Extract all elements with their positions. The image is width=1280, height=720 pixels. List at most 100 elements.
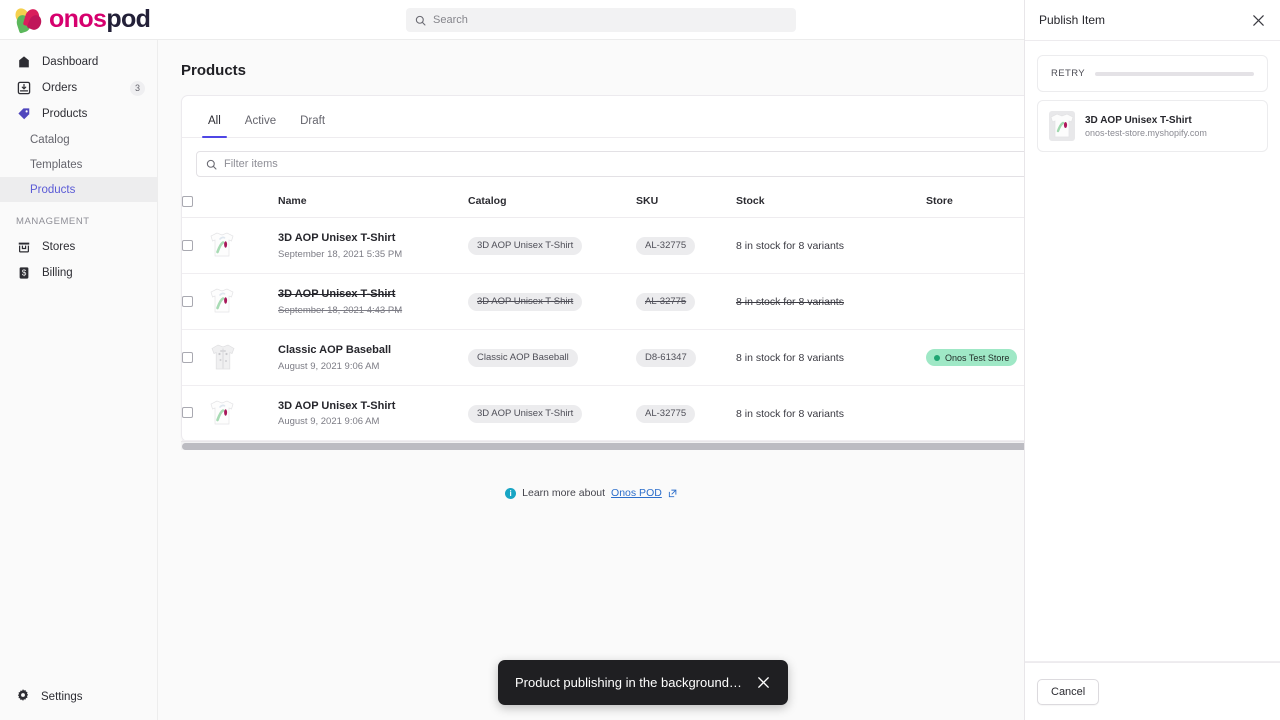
- search-icon: [206, 159, 217, 170]
- tab-active[interactable]: Active: [233, 115, 288, 138]
- product-name: 3D AOP Unisex T-Shirt: [278, 232, 396, 244]
- sku-badge: AL-32775: [636, 236, 696, 256]
- cancel-button[interactable]: Cancel: [1037, 678, 1100, 705]
- row-stock-cell: 8 in stock for 8 variants: [736, 385, 926, 442]
- app-root: onospod Search Dashboard Orders 3 Produc…: [0, 0, 1280, 720]
- store-status-dot: [934, 354, 940, 361]
- select-all-checkbox[interactable]: [182, 195, 193, 207]
- sidebar-item-settings[interactable]: Settings: [0, 688, 158, 705]
- publish-item-card[interactable]: 3D AOP Unisex T-Shirt onos-test-store.my…: [1037, 100, 1268, 152]
- row-catalog-cell: 3D AOP Unisex T-Shirt: [468, 273, 636, 330]
- onospod-logo-icon: [12, 5, 44, 34]
- orders-count-badge: 3: [130, 80, 145, 96]
- gear-icon: [16, 688, 30, 705]
- inbox-download-icon: [16, 81, 31, 96]
- scrollbar-thumb[interactable]: [182, 443, 1024, 450]
- toast-close-button[interactable]: [756, 675, 771, 690]
- thumb-header: [222, 189, 278, 218]
- publish-item-panel: Publish Item RETRY 3D AOP Unisex T-Shirt…: [1024, 0, 1280, 720]
- filter-items-input[interactable]: Filter items: [196, 151, 1024, 177]
- row-store-cell: [926, 217, 1024, 274]
- sidebar-item-dashboard[interactable]: Dashboard: [0, 49, 157, 75]
- publish-item-name: 3D AOP Unisex T-Shirt: [1085, 114, 1192, 126]
- sidebar-subitem-catalog[interactable]: Catalog: [0, 127, 157, 152]
- billing-icon: $: [16, 266, 31, 281]
- product-name: 3D AOP Unisex T-Shirt: [278, 399, 396, 412]
- tab-all[interactable]: All: [196, 115, 233, 138]
- info-icon: i: [505, 487, 517, 499]
- table-body: 3D AOP Unisex T-Shirt September 18, 2021…: [182, 217, 1024, 442]
- top-bar: onospod Search: [0, 0, 1024, 40]
- sidebar-item-label: Dashboard: [42, 56, 99, 68]
- global-search-input[interactable]: Search: [406, 8, 796, 32]
- home-icon: [16, 55, 31, 70]
- sidebar-item-label: Billing: [42, 267, 73, 279]
- row-store-cell: [926, 385, 1024, 442]
- sidebar-item-orders[interactable]: Orders 3: [0, 75, 157, 101]
- sidebar-item-label: Settings: [41, 690, 83, 703]
- svg-text:$: $: [21, 269, 26, 278]
- filter-row: Filter items: [182, 138, 1024, 189]
- table-row[interactable]: 3D AOP Unisex T-Shirt September 18, 2021…: [182, 273, 1024, 330]
- column-header-sku: SKU: [636, 189, 736, 218]
- catalog-badge: 3D AOP Unisex T-Shirt: [468, 292, 583, 312]
- product-name: 3D AOP Unisex T-Shirt: [278, 287, 396, 300]
- sku-badge: AL-32775: [636, 292, 696, 312]
- sidebar-subitem-label: Templates: [30, 158, 83, 171]
- catalog-badge: 3D AOP Unisex T-Shirt: [468, 404, 583, 423]
- row-sku-cell: D8-61347: [636, 329, 736, 386]
- stock-text: 8 in stock for 8 variants: [736, 352, 844, 365]
- row-stock-cell: 8 in stock for 8 variants: [736, 329, 926, 386]
- row-name-cell: 3D AOP Unisex T-Shirt September 18, 2021…: [278, 273, 468, 330]
- row-stock-cell: 8 in stock for 8 variants: [736, 217, 926, 274]
- table-row[interactable]: 3D AOP Unisex T-Shirt September 18, 2021…: [182, 217, 1024, 274]
- row-name-cell: Classic AOP Baseball August 9, 2021 9:06…: [278, 329, 468, 386]
- row-stock-cell: 8 in stock for 8 variants: [736, 273, 926, 330]
- learn-more-row: i Learn more about Onos POD: [158, 487, 1024, 499]
- product-date: August 9, 2021 9:06 AM: [278, 360, 380, 372]
- sidebar-item-label: Stores: [42, 241, 76, 253]
- table-row[interactable]: Classic AOP Baseball August 9, 2021 9:06…: [182, 329, 1024, 386]
- app-logo[interactable]: onospod: [0, 0, 158, 40]
- publish-item-thumbnail: [1049, 111, 1075, 141]
- sidebar-subitem-products[interactable]: Products: [0, 177, 157, 202]
- product-status-tabs: All Active Draft: [182, 96, 1024, 138]
- sidebar-subitem-label: Products: [30, 183, 76, 196]
- store-badge: Onos Test Store: [926, 349, 1018, 367]
- row-select-checkbox[interactable]: [182, 351, 193, 363]
- sidebar-item-products[interactable]: Products: [0, 101, 157, 127]
- panel-footer: Cancel: [1025, 662, 1280, 720]
- onos-pod-link[interactable]: Onos POD: [611, 487, 662, 499]
- table-horizontal-scrollbar[interactable]: [181, 441, 1024, 450]
- publish-item-store-domain: onos-test-store.myshopify.com: [1085, 127, 1207, 138]
- row-select-checkbox[interactable]: [182, 295, 193, 307]
- page-title: Products: [181, 62, 247, 79]
- main-content: Products All Active Draft Filter items N…: [158, 40, 1024, 720]
- tab-draft[interactable]: Draft: [288, 115, 337, 138]
- row-thumbnail-cell: [210, 385, 278, 442]
- sidebar-item-stores[interactable]: Stores: [0, 234, 157, 260]
- product-date: September 18, 2021 5:35 PM: [278, 248, 403, 260]
- panel-body: RETRY 3D AOP Unisex T-Shirt onos-test-st…: [1025, 41, 1280, 166]
- toast-message: Product publishing in the background…: [515, 675, 742, 690]
- row-sku-cell: AL-32775: [636, 217, 736, 274]
- sidebar-item-billing[interactable]: $ Billing: [0, 260, 157, 286]
- table-row[interactable]: 3D AOP Unisex T-Shirt August 9, 2021 9:0…: [182, 385, 1024, 442]
- sku-badge: D8-61347: [636, 348, 696, 368]
- sidebar-section-management: MANAGEMENT: [16, 216, 90, 227]
- sidebar-item-label: Products: [42, 108, 88, 120]
- sidebar: Dashboard Orders 3 Products Catalog Temp…: [0, 40, 158, 720]
- store-icon: [16, 240, 31, 255]
- panel-close-button[interactable]: [1251, 13, 1266, 28]
- close-icon: [1253, 14, 1264, 26]
- column-header-stock: Stock: [736, 189, 926, 218]
- retry-label: RETRY: [1051, 68, 1086, 79]
- logo-text-secondary: pod: [106, 5, 151, 33]
- row-catalog-cell: 3D AOP Unisex T-Shirt: [468, 217, 636, 274]
- row-select-checkbox[interactable]: [182, 239, 193, 251]
- learn-more-prefix: Learn more about: [522, 487, 606, 499]
- sidebar-subitem-templates[interactable]: Templates: [0, 152, 157, 177]
- row-select-checkbox[interactable]: [182, 407, 193, 419]
- products-card: All Active Draft Filter items Name Catal…: [181, 95, 1024, 443]
- logo-text-primary: onos: [49, 5, 107, 33]
